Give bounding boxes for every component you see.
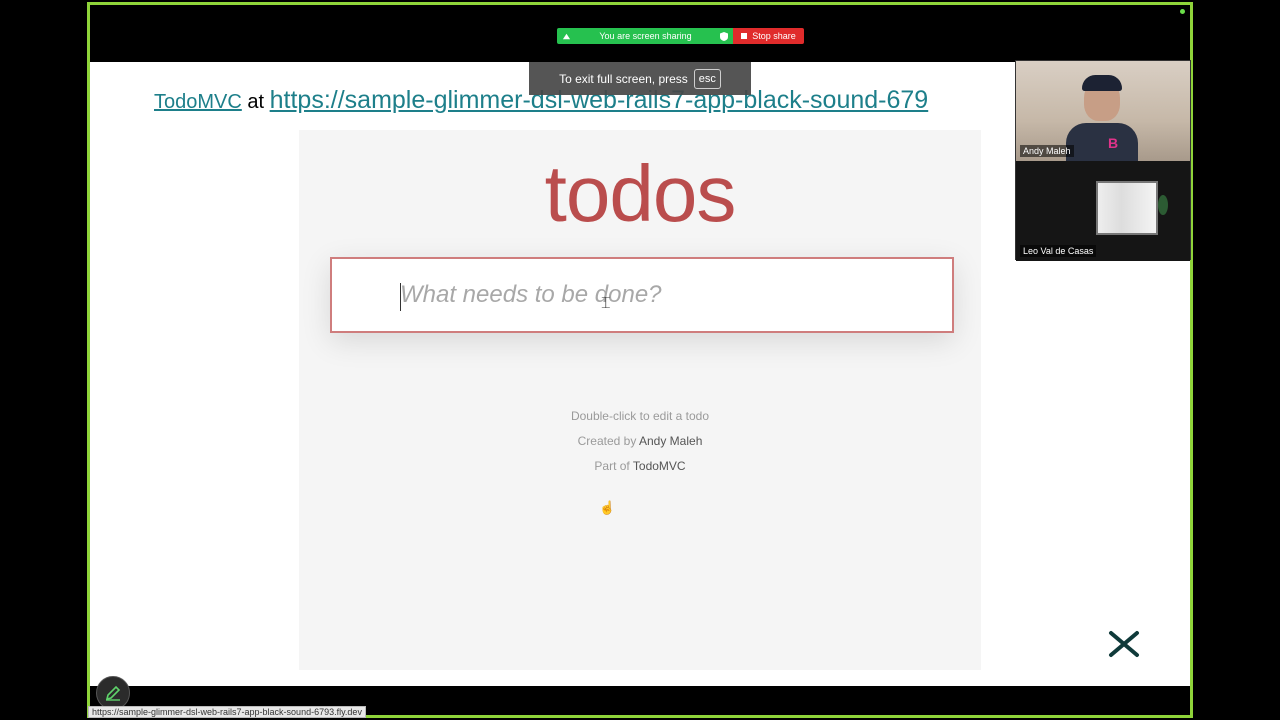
stop-share-button[interactable]: Stop share xyxy=(733,28,804,44)
author-link[interactable]: Andy Maleh xyxy=(639,434,702,448)
text-caret xyxy=(400,283,401,311)
link-status-bar: https://sample-glimmer-dsl-web-rails7-ap… xyxy=(88,706,366,718)
ibeam-cursor-icon: ⌶ xyxy=(601,295,611,312)
screen-share-icon xyxy=(562,33,571,39)
todos-title: todos xyxy=(544,149,737,238)
close-icon[interactable] xyxy=(1108,630,1140,658)
created-by-prefix: Created by xyxy=(577,434,637,448)
todo-info-footer: Double-click to edit a todo Created by A… xyxy=(299,404,981,479)
part-of-prefix: Part of xyxy=(594,459,630,473)
participant-name: Leo Val de Casas xyxy=(1020,245,1097,257)
exit-fullscreen-text: To exit full screen, press xyxy=(559,71,688,86)
participant-video-panel[interactable]: B Andy Maleh Leo Val de Casas xyxy=(1015,60,1191,261)
participant-video-tile[interactable]: Leo Val de Casas xyxy=(1016,161,1190,261)
stop-share-label: Stop share xyxy=(752,31,796,41)
participant-name: Andy Maleh xyxy=(1020,145,1074,157)
info-part-of: Part of TodoMVC xyxy=(299,454,981,479)
sharing-status-text: You are screen sharing xyxy=(599,31,692,41)
new-todo-field[interactable]: ⌶ xyxy=(330,257,954,333)
pencil-icon xyxy=(105,685,121,701)
todomvc-app-screenshot: todos ⌶ Double-click to edit a todo Crea… xyxy=(299,130,981,670)
todomvc-link[interactable]: TodoMVC xyxy=(154,91,242,113)
hand-cursor-icon: ☝ xyxy=(599,500,616,515)
new-todo-input[interactable] xyxy=(332,259,952,331)
participant-avatar: B xyxy=(1066,75,1138,161)
esc-key-badge: esc xyxy=(693,68,721,89)
participant-background xyxy=(1096,181,1158,235)
at-text: at xyxy=(247,91,265,113)
sharing-indicator-dot xyxy=(1180,9,1185,14)
annotate-pencil-button[interactable] xyxy=(96,676,130,710)
shield-icon xyxy=(720,31,728,41)
exit-fullscreen-toast: To exit full screen, press esc xyxy=(529,62,751,95)
part-of-todomvc-link[interactable]: TodoMVC xyxy=(633,459,686,473)
participant-background-plant xyxy=(1158,195,1168,215)
participant-video-tile[interactable]: B Andy Maleh xyxy=(1016,61,1190,161)
sharing-status-pill[interactable]: You are screen sharing xyxy=(557,28,733,44)
info-edit-hint: Double-click to edit a todo xyxy=(570,409,710,423)
info-created-by: Created by Andy Maleh xyxy=(299,429,981,454)
stop-icon xyxy=(741,33,748,39)
screen-share-toolbar: You are screen sharing Stop share xyxy=(557,28,804,44)
